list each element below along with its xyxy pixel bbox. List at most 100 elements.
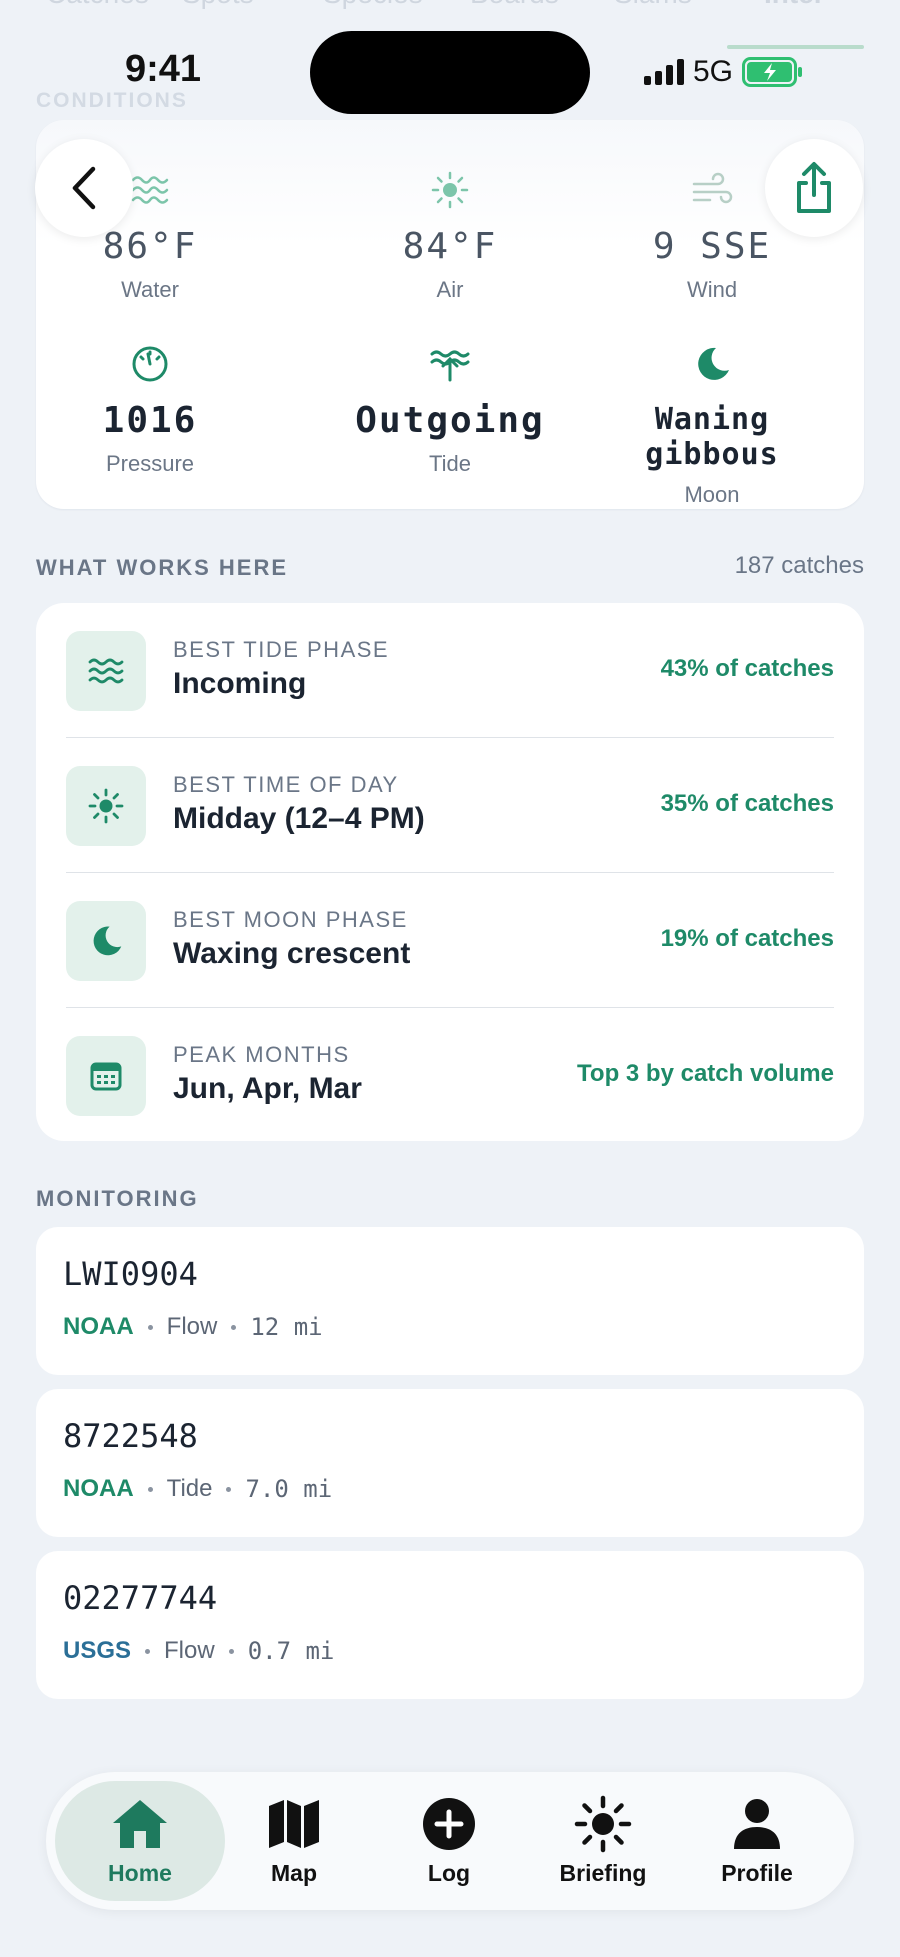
- works-stat: 43% of catches: [660, 655, 834, 682]
- tab-spots[interactable]: Spots: [182, 0, 254, 10]
- status-time: 9:41: [125, 48, 202, 90]
- station-distance: 12 mi: [250, 1313, 323, 1341]
- nav-map[interactable]: Map: [224, 1796, 364, 1887]
- share-button[interactable]: [765, 139, 863, 237]
- battery-icon: [742, 57, 803, 87]
- share-icon: [797, 162, 831, 213]
- station-meta: NOAA Flow 12 mi: [63, 1313, 323, 1341]
- gauge-icon: [132, 346, 168, 382]
- nav-log[interactable]: Log: [379, 1796, 519, 1887]
- works-key: PEAK MONTHS: [173, 1042, 350, 1067]
- separator-dot: [145, 1648, 151, 1654]
- moon-icon: [698, 347, 729, 380]
- tab-species[interactable]: Species: [323, 0, 423, 10]
- works-row-time: BEST TIME OF DAY Midday (12–4 PM) 35% of…: [66, 738, 834, 873]
- plus-circle-icon: [423, 1798, 475, 1850]
- nav-label: Profile: [721, 1860, 793, 1886]
- station-type: Flow: [164, 1637, 215, 1664]
- top-tab-bar: Catches Spots Species Boards Slams Intel: [46, 0, 866, 18]
- nav-label: Home: [108, 1860, 172, 1886]
- separator-dot: [226, 1486, 232, 1492]
- works-key: BEST TIME OF DAY: [173, 772, 399, 797]
- station-id: 8722548: [63, 1417, 198, 1455]
- station-type: Tide: [166, 1475, 213, 1502]
- bottom-nav: Home Map Log Briefing Profile: [46, 1772, 854, 1910]
- works-row-tide: BEST TIDE PHASE Incoming 43% of catches: [66, 603, 834, 738]
- tide-outgoing-icon: [430, 350, 470, 382]
- works-stat: 19% of catches: [660, 925, 834, 952]
- station-source: NOAA: [63, 1313, 134, 1340]
- monitoring-section-title: MONITORING: [36, 1186, 199, 1211]
- works-stat: Top 3 by catch volume: [577, 1060, 834, 1087]
- air-temp-value: 84°F: [402, 226, 498, 267]
- separator-dot: [228, 1648, 234, 1654]
- station-distance: 0.7 mi: [247, 1637, 335, 1665]
- water-temp-value: 86°F: [102, 226, 198, 267]
- tab-intel[interactable]: Intel: [764, 0, 822, 10]
- what-works-section-title: WHAT WORKS HERE: [36, 555, 289, 580]
- waves-icon: [88, 658, 124, 684]
- station-card[interactable]: 02277744 USGS Flow 0.7 mi: [36, 1551, 864, 1699]
- home-icon: [113, 1800, 167, 1848]
- station-card[interactable]: LWI0904 NOAA Flow 12 mi: [36, 1227, 864, 1375]
- moon-icon: [93, 926, 122, 956]
- nav-profile[interactable]: Profile: [687, 1796, 827, 1887]
- condition-pressure: 1016 Pressure: [20, 340, 280, 477]
- chevron-left-icon: [72, 166, 96, 210]
- condition-moon: Waning gibbous Moon: [582, 340, 842, 508]
- station-type: Flow: [166, 1313, 218, 1340]
- back-button[interactable]: [35, 139, 133, 237]
- separator-dot: [147, 1324, 153, 1330]
- station-meta: NOAA Tide 7.0 mi: [63, 1475, 332, 1503]
- sun-icon: [574, 1795, 632, 1853]
- map-icon: [269, 1800, 319, 1848]
- catches-count: 187 catches: [734, 552, 864, 579]
- active-tab-indicator: [727, 45, 864, 49]
- air-temp-label: Air: [436, 277, 464, 302]
- works-value: Midday (12–4 PM): [173, 802, 425, 835]
- moon-label: Moon: [684, 482, 740, 507]
- separator-dot: [231, 1324, 237, 1330]
- pressure-label: Pressure: [105, 451, 195, 476]
- station-source: NOAA: [63, 1475, 134, 1502]
- works-stat: 35% of catches: [660, 790, 834, 817]
- tab-boards[interactable]: Boards: [470, 0, 559, 10]
- separator-dot: [147, 1486, 153, 1492]
- tab-slams[interactable]: Slams: [614, 0, 692, 10]
- works-key: BEST MOON PHASE: [173, 907, 408, 932]
- works-row-months: PEAK MONTHS Jun, Apr, Mar Top 3 by catch…: [66, 1008, 834, 1143]
- sun-icon: [88, 788, 124, 824]
- station-id: LWI0904: [63, 1255, 198, 1293]
- works-value: Jun, Apr, Mar: [173, 1072, 362, 1105]
- person-icon: [734, 1799, 780, 1849]
- condition-air: 84°F Air: [320, 166, 580, 303]
- conditions-card: 86°F Water 84°F Air 9 SSE Wind 1016 Pres…: [36, 120, 864, 509]
- tab-catches[interactable]: Catches: [46, 0, 149, 10]
- conditions-section-title: CONDITIONS: [36, 89, 188, 112]
- works-row-moon: BEST MOON PHASE Waxing crescent 19% of c…: [66, 873, 834, 1008]
- nav-label: Briefing: [559, 1860, 647, 1886]
- station-distance: 7.0 mi: [245, 1475, 333, 1503]
- signal-icon: [644, 59, 684, 85]
- waves-icon: [131, 176, 169, 204]
- moon-value: Waning gibbous: [645, 402, 779, 472]
- what-works-card: BEST TIDE PHASE Incoming 43% of catches …: [36, 603, 864, 1141]
- water-temp-label: Water: [121, 277, 179, 302]
- calendar-icon: [90, 1062, 122, 1091]
- network-label: 5G: [693, 55, 734, 88]
- nav-label: Map: [271, 1860, 317, 1886]
- tide-value: Outgoing: [355, 400, 545, 441]
- works-key: BEST TIDE PHASE: [173, 637, 390, 662]
- station-id: 02277744: [63, 1579, 218, 1617]
- nav-label: Log: [427, 1860, 471, 1886]
- sun-icon: [431, 171, 469, 209]
- station-card[interactable]: 8722548 NOAA Tide 7.0 mi: [36, 1389, 864, 1537]
- works-value: Waxing crescent: [173, 937, 411, 970]
- status-indicators: 5G: [644, 52, 804, 92]
- nav-briefing[interactable]: Briefing: [533, 1795, 673, 1887]
- wind-label: Wind: [686, 277, 738, 302]
- works-value: Incoming: [173, 667, 307, 700]
- pressure-value: 1016: [102, 400, 198, 441]
- condition-tide: Outgoing Tide: [320, 340, 580, 477]
- nav-home[interactable]: Home: [70, 1796, 210, 1887]
